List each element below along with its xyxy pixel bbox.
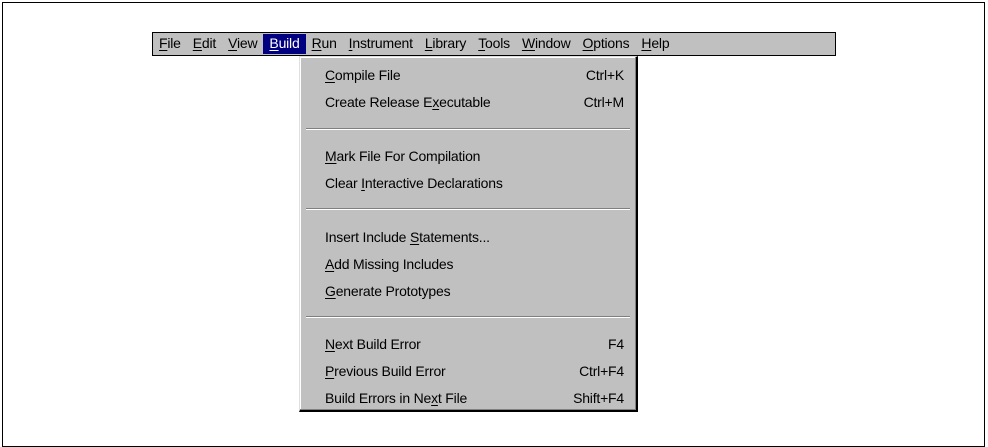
create-release-executable-item[interactable]: Create Release Executable Ctrl+M (325, 90, 624, 114)
compile-file-item[interactable]: Compile File Ctrl+K (325, 63, 624, 87)
menu-instrument[interactable]: Instrument (343, 34, 419, 54)
next-build-error-shortcut: F4 (608, 336, 624, 352)
mark-file-for-compilation-label: Mark File For Compilation (325, 148, 481, 164)
add-missing-includes-label: Add Missing Includes (325, 256, 454, 272)
mark-file-for-compilation-item[interactable]: Mark File For Compilation (325, 144, 624, 168)
create-release-executable-shortcut: Ctrl+M (583, 94, 625, 110)
build-errors-in-next-file-item[interactable]: Build Errors in Next File Shift+F4 (325, 386, 624, 410)
menu-run[interactable]: Run (306, 34, 343, 54)
build-dropdown-menu: Compile File Ctrl+K Create Release Execu… (299, 56, 638, 412)
previous-build-error-shortcut: Ctrl+F4 (579, 363, 624, 379)
compile-file-label: Compile File (325, 67, 401, 83)
generate-prototypes-item[interactable]: Generate Prototypes (325, 279, 624, 303)
generate-prototypes-label: Generate Prototypes (325, 283, 451, 299)
menu-library[interactable]: Library (419, 34, 472, 54)
build-errors-in-next-file-label: Build Errors in Next File (325, 390, 468, 406)
create-release-executable-label: Create Release Executable (325, 94, 491, 110)
menu-view[interactable]: View (222, 34, 263, 54)
menu-edit[interactable]: Edit (187, 34, 222, 54)
clear-interactive-declarations-label: Clear Interactive Declarations (325, 175, 503, 191)
next-build-error-label: Next Build Error (325, 336, 421, 352)
insert-include-statements-label: Insert Include Statements... (325, 229, 490, 245)
clear-interactive-declarations-item[interactable]: Clear Interactive Declarations (325, 171, 624, 195)
menu-bar: File Edit View Build Run Instrument Libr… (152, 32, 836, 56)
compile-file-shortcut: Ctrl+K (585, 67, 624, 83)
build-errors-in-next-file-shortcut: Shift+F4 (573, 390, 624, 406)
previous-build-error-label: Previous Build Error (325, 363, 446, 379)
menu-separator (306, 316, 630, 318)
next-build-error-item[interactable]: Next Build Error F4 (325, 332, 624, 356)
insert-include-statements-item[interactable]: Insert Include Statements... (325, 225, 624, 249)
menu-separator (306, 128, 630, 130)
menu-build[interactable]: Build (263, 34, 306, 54)
previous-build-error-item[interactable]: Previous Build Error Ctrl+F4 (325, 359, 624, 383)
menu-window[interactable]: Window (516, 34, 577, 54)
menu-file[interactable]: File (153, 34, 187, 54)
menu-tools[interactable]: Tools (472, 34, 516, 54)
menu-help[interactable]: Help (635, 34, 675, 54)
menu-separator (306, 208, 630, 210)
add-missing-includes-item[interactable]: Add Missing Includes (325, 252, 624, 276)
menu-options[interactable]: Options (577, 34, 636, 54)
